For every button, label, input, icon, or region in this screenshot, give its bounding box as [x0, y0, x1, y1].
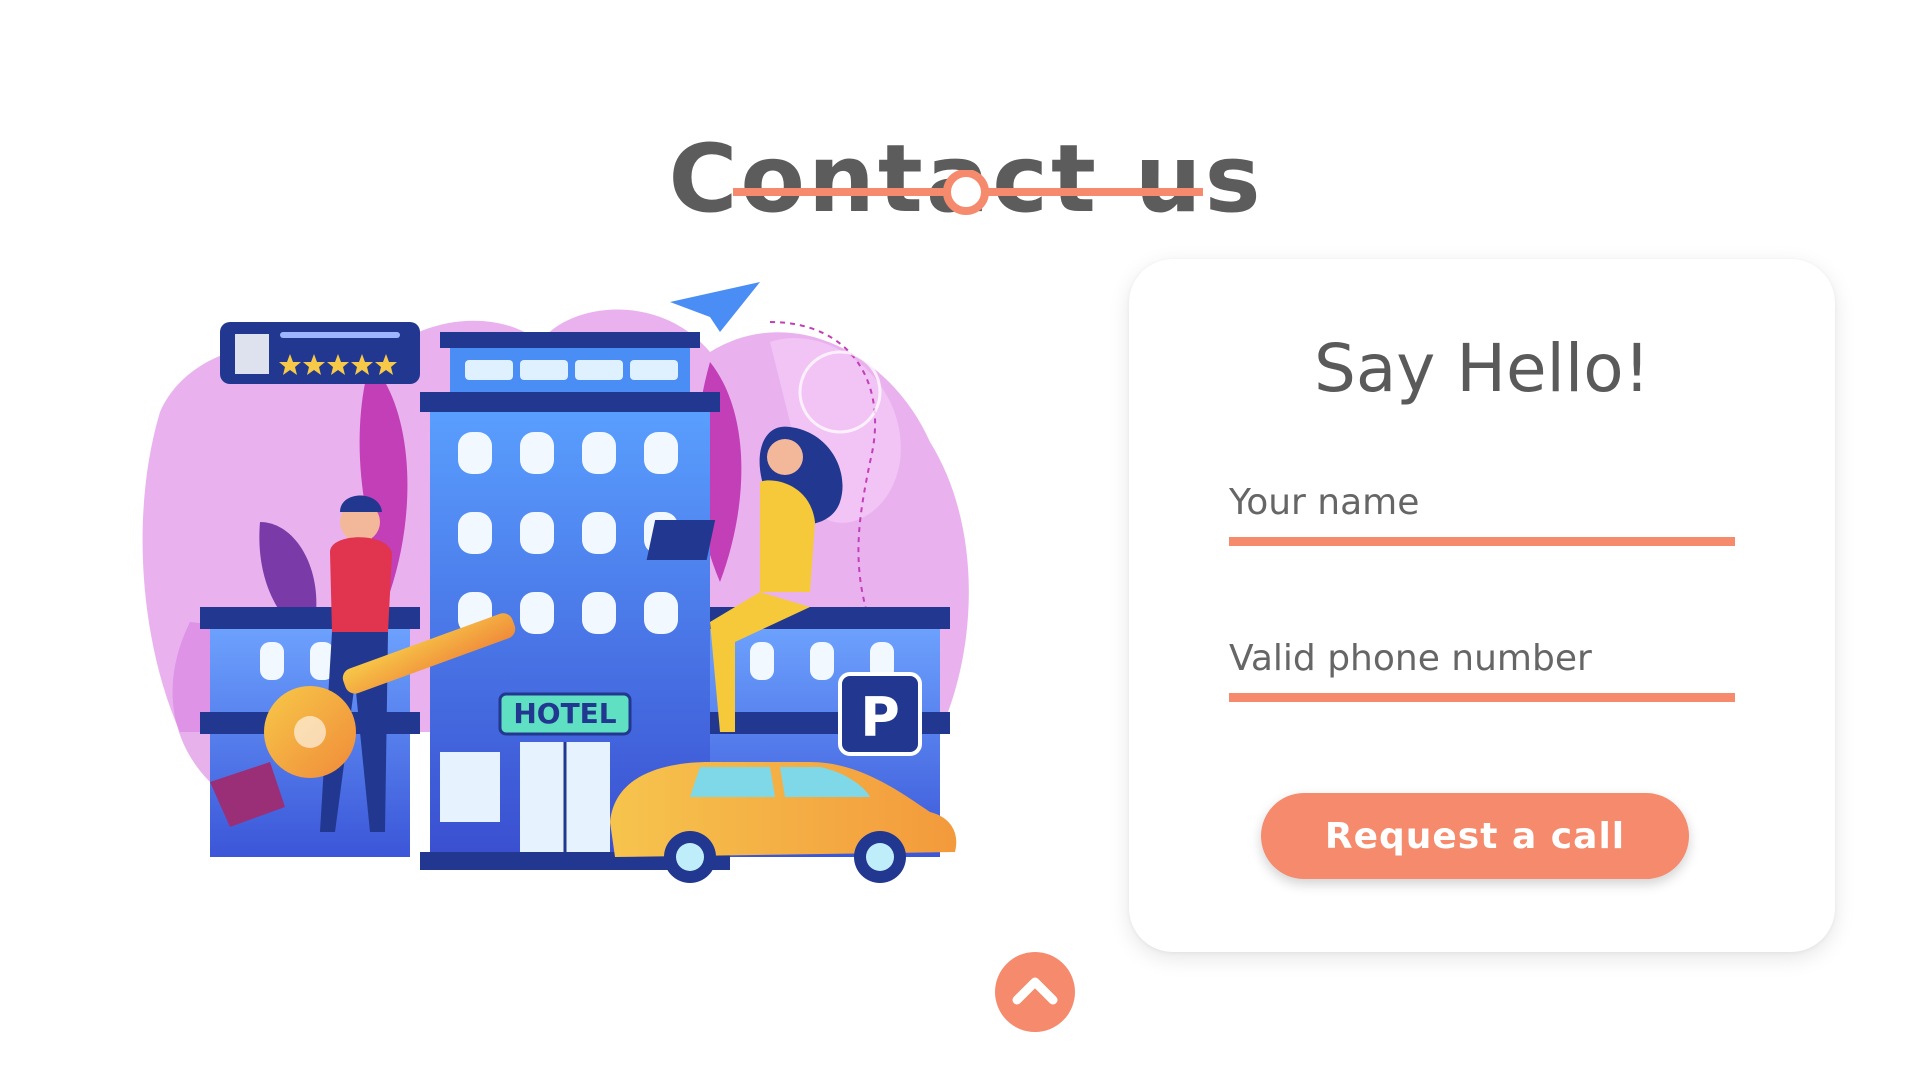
hotel-illustration: HOTEL P — [142, 282, 969, 883]
name-input[interactable] — [1229, 467, 1735, 546]
contact-form-card: Say Hello! Request a call — [1129, 259, 1835, 952]
title-divider — [733, 170, 1203, 215]
circle-divider-icon — [943, 170, 989, 215]
scroll-to-top-button[interactable] — [995, 952, 1075, 1032]
contact-page: Contact us HOTEL P Say Hello! Your name … — [0, 0, 1920, 1080]
hotel-rating-card — [220, 322, 420, 384]
paper-plane-icon — [670, 282, 760, 332]
form-title: Say Hello! — [1313, 330, 1651, 407]
parking-sign-text: P — [860, 686, 900, 749]
request-call-button[interactable]: Request a call — [1261, 793, 1689, 879]
hotel-sign-text: HOTEL — [513, 697, 616, 730]
phone-input[interactable] — [1229, 623, 1735, 702]
chevron-up-icon — [1012, 977, 1058, 1005]
